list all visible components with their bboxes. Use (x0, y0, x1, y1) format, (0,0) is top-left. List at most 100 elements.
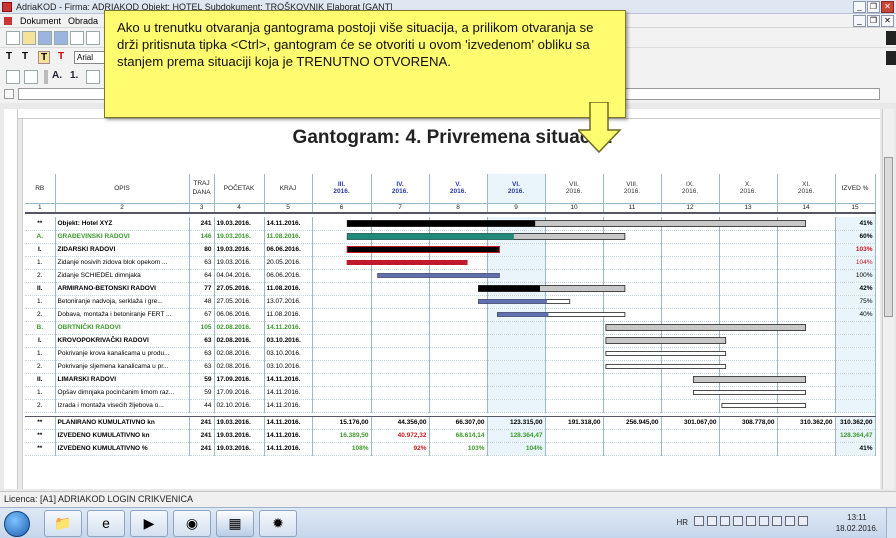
open-icon[interactable] (22, 31, 36, 45)
gantt-row[interactable]: 2. Zidanje SCHIEDEL dimnjaka 64 04.04.2016.… (25, 269, 876, 283)
tray-icon-3[interactable] (720, 516, 730, 526)
row-opis: Zidanje SCHIEDEL dimnjaka (55, 269, 190, 283)
format-painter-icon[interactable] (6, 70, 20, 84)
gantt-row[interactable]: 2. Pokrivanje sljemena kanalicama u pr...… (25, 360, 876, 374)
vertical-scrollbar[interactable] (882, 109, 894, 489)
month-cell (487, 399, 546, 413)
month-cell (312, 399, 372, 413)
adriakod-taskbar-icon[interactable]: ▦ (216, 510, 254, 537)
row-trajanje: 63 (189, 360, 215, 374)
month-header: V. 2016. (429, 174, 488, 204)
month-cell (661, 269, 720, 283)
row-rb: ** (25, 217, 56, 231)
doc-close-button[interactable]: ✕ (881, 15, 894, 27)
media-player-taskbar-icon[interactable]: ▶ (130, 510, 168, 537)
menu-dokument[interactable]: Dokument (20, 14, 61, 28)
size-label-a[interactable]: A. (52, 70, 62, 81)
clock-date: 18.02.2016. (835, 524, 878, 533)
tray-icon-4[interactable] (733, 516, 743, 526)
row-pocetak: 04.04.2016. (214, 269, 265, 283)
text-tool-2[interactable]: T (22, 51, 28, 62)
month-cell (371, 321, 430, 335)
gantt-row[interactable]: ** Objekt: Hotel XYZ 241 19.03.2016. 14.11.2… (25, 217, 876, 231)
row-trajanje: 80 (189, 243, 215, 257)
month-cell (545, 373, 604, 387)
new-icon[interactable] (6, 31, 20, 45)
doc-minimize-button[interactable]: _ (853, 15, 866, 27)
month-cell (719, 321, 778, 335)
show-desktop-button[interactable] (886, 508, 896, 538)
month-header: VII. 2016. (545, 174, 604, 204)
scrollbar-thumb[interactable] (884, 157, 893, 317)
month-cell (719, 282, 778, 296)
sun-app-taskbar-icon[interactable]: ✹ (259, 510, 297, 537)
month-header: IX. 2016. (661, 174, 720, 204)
menu-obrada[interactable]: Obrada (68, 14, 98, 28)
side-handle-icon-2[interactable] (886, 51, 896, 65)
row-kraj: 11.08.2016. (264, 308, 313, 322)
close-button[interactable]: ✕ (881, 1, 894, 13)
month-cell (603, 334, 662, 348)
tray-icon-6[interactable] (759, 516, 769, 526)
summary-izved: 41% (835, 442, 876, 456)
header-pocetak: POČETAK (214, 174, 265, 204)
tray-icon-2[interactable] (707, 516, 717, 526)
month-year: 2016. (623, 188, 641, 196)
paragraph-icon[interactable] (24, 70, 38, 84)
gantt-row[interactable]: II. LIMARSKI RADOVI 59 17.09.2016. 14.11.201… (25, 373, 876, 387)
summary-rb: ** (25, 442, 56, 456)
network-icon[interactable] (772, 516, 782, 526)
size-label-1[interactable]: 1. (70, 70, 78, 81)
text-tool-1[interactable]: T (6, 51, 12, 62)
gantt-row[interactable]: 1. Pokrivanje krova kanalicama u produ...… (25, 347, 876, 361)
row-izved: 60% (835, 230, 876, 244)
month-cell (487, 217, 546, 231)
tray-icons (694, 516, 832, 530)
cell-icon[interactable] (4, 89, 14, 99)
gantt-row[interactable]: 1. Opšav dimnjaka pocinčanim limom raz...… (25, 386, 876, 400)
gantt-row[interactable]: I. ZIDARSKI RADOVI 80 19.03.2016. 06.06.2016… (25, 243, 876, 257)
header-rb: RB (25, 174, 56, 204)
month-cell (661, 217, 720, 231)
tray-icon-5[interactable] (746, 516, 756, 526)
gantt-row[interactable]: I. KROVOPOKRIVAČKI RADOVI 63 02.08.2016. 03.… (25, 334, 876, 348)
internet-explorer-taskbar-icon[interactable]: e (87, 510, 125, 537)
gantt-row[interactable]: 1. Zidanje nosivih zidova blok opekom ...… (25, 256, 876, 270)
row-opis: LIMARSKI RADOVI (55, 373, 190, 387)
month-cell (429, 399, 488, 413)
gantt-row[interactable]: 2. Dobava, montaža i betoniranje FERT ...… (25, 308, 876, 322)
explorer-taskbar-icon[interactable]: 📁 (44, 510, 82, 537)
flag-icon[interactable] (798, 516, 808, 526)
row-opis: ARMIRANO-BETONSKI RADOVI (55, 282, 190, 296)
maximize-button[interactable]: ❐ (867, 1, 880, 13)
volume-icon[interactable] (785, 516, 795, 526)
gantt-row[interactable]: A. GRAĐEVINSKI RADOVI 146 19.03.2016. 11.08.… (25, 230, 876, 244)
row-pocetak: 19.03.2016. (214, 230, 265, 244)
doc-maximize-button[interactable]: ❐ (867, 15, 880, 27)
text-tool-3[interactable]: T (38, 51, 51, 64)
align-icon[interactable] (86, 70, 100, 84)
save-all-icon[interactable] (54, 31, 68, 45)
save-icon[interactable] (38, 31, 52, 45)
row-opis: OBRTNIČKI RADOVI (55, 321, 190, 335)
chrome-taskbar-icon[interactable]: ◉ (173, 510, 211, 537)
print-icon[interactable] (70, 31, 84, 45)
row-rb: A. (25, 230, 56, 244)
gantt-row[interactable]: II. ARMIRANO-BETONSKI RADOVI 77 27.05.2016.… (25, 282, 876, 296)
language-indicator[interactable]: HR (676, 518, 688, 527)
gantt-row[interactable]: 1. Betoniranje nadvoja, serklaža i gre...… (25, 295, 876, 309)
minimize-button[interactable]: _ (853, 1, 866, 13)
preview-icon[interactable] (86, 31, 100, 45)
gantt-row[interactable]: B. OBRTNIČKI RADOVI 105 02.08.2016. 14.11.20… (25, 321, 876, 335)
month-cell (661, 256, 720, 270)
tray-icon-1[interactable] (694, 516, 704, 526)
header-opis: OPIS (55, 174, 190, 204)
row-trajanje: 77 (189, 282, 215, 296)
month-label: III. (337, 181, 346, 189)
side-handle-icon[interactable] (886, 31, 896, 45)
text-tool-4[interactable]: T (58, 51, 64, 62)
summary-row: ** IZVEDENO KUMULATIVNO kn 241 19.03.2016. 1… (25, 429, 876, 443)
gantt-row[interactable]: 2. Izrada i montaža visećih žljebova o...… (25, 399, 876, 413)
start-button[interactable] (4, 511, 30, 537)
clock[interactable]: 13:11 18.02.2016. (836, 512, 878, 534)
